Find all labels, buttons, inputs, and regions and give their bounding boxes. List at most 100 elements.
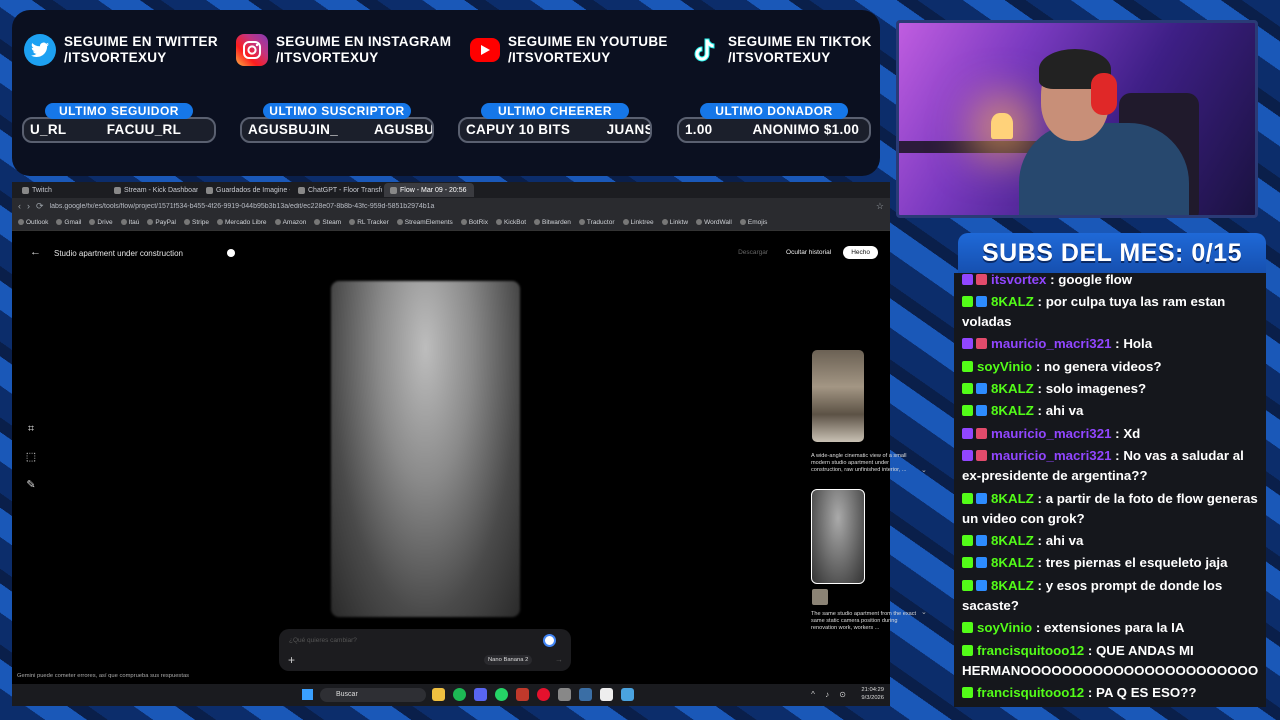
brush-icon[interactable]: ✎ bbox=[24, 478, 38, 492]
download-button[interactable]: Descargar bbox=[732, 246, 774, 259]
back-icon[interactable]: ‹ bbox=[18, 201, 21, 211]
bookmark-item[interactable]: Steam bbox=[314, 219, 341, 226]
taskbar-search[interactable]: Buscar bbox=[320, 688, 426, 702]
app-icon[interactable] bbox=[579, 688, 592, 701]
chat-username[interactable]: mauricio_macri321 bbox=[991, 336, 1111, 351]
chat-username[interactable]: 8KALZ bbox=[991, 381, 1034, 396]
history-caption: The same studio apartment from the exact… bbox=[811, 611, 917, 631]
bookmark-item[interactable]: Bitwarden bbox=[534, 219, 571, 226]
chat-username[interactable]: 8KALZ bbox=[991, 403, 1034, 418]
sub-badge-icon bbox=[976, 295, 987, 307]
bookmark-label: KickBot bbox=[503, 218, 527, 226]
prompt-box[interactable]: ¿Qué quieres cambiar? + Nano Banana 2 → bbox=[279, 629, 571, 671]
discord-icon[interactable] bbox=[474, 688, 487, 701]
bookmark-item[interactable]: Traductor bbox=[578, 219, 615, 226]
bookmark-item[interactable]: KickBot bbox=[495, 218, 527, 226]
history-thumbnail[interactable] bbox=[812, 350, 864, 442]
youtube-social: SEGUIME EN YOUTUBE/ITSVORTEXUY bbox=[470, 34, 668, 66]
kick-badge-icon bbox=[962, 295, 973, 307]
bookmark-icon bbox=[534, 219, 541, 225]
bookmark-item[interactable]: RL Tracker bbox=[349, 219, 389, 226]
bookmark-label: PayPal bbox=[155, 218, 177, 226]
bookmark-item[interactable]: BotRix bbox=[460, 219, 488, 226]
bookmark-item[interactable]: PayPal bbox=[147, 219, 176, 226]
stat-label: ULTIMO CHEERER bbox=[481, 103, 629, 119]
chat-text: extensiones para la IA bbox=[1044, 620, 1185, 636]
tab-label: Stream - Kick Dashboard bbox=[124, 186, 198, 194]
select-icon[interactable]: ⬚ bbox=[24, 450, 38, 464]
hide-history-button[interactable]: Ocultar historial bbox=[780, 246, 837, 259]
bookmark-label: Bitwarden bbox=[542, 218, 571, 226]
bookmark-item[interactable]: Itaú bbox=[120, 219, 139, 226]
back-arrow-icon[interactable]: ← bbox=[30, 246, 41, 258]
taskbar-clock[interactable]: 21:04:29 9/3/2026 bbox=[861, 687, 884, 702]
whatsapp-icon[interactable] bbox=[495, 688, 508, 701]
system-tray[interactable]: ^ ♪ ⊙ bbox=[811, 690, 850, 699]
browser-tab[interactable]: Stream - Kick Dashboard bbox=[108, 183, 198, 197]
reference-thumbnail[interactable] bbox=[812, 589, 828, 605]
chat-username[interactable]: mauricio_macri321 bbox=[991, 426, 1111, 441]
chat-username[interactable]: itsvortex bbox=[991, 273, 1046, 287]
app-icon[interactable] bbox=[621, 688, 634, 701]
chat-username[interactable]: francisquitooo12 bbox=[977, 643, 1084, 658]
chat-username[interactable]: 8KALZ bbox=[991, 294, 1034, 309]
chat-username[interactable]: 8KALZ bbox=[991, 533, 1034, 548]
chat-username[interactable]: 8KALZ bbox=[991, 578, 1034, 593]
chat-message: 8KALZ : y esos prompt de donde los sacas… bbox=[962, 577, 1223, 613]
forward-icon[interactable]: › bbox=[27, 201, 30, 211]
bookmark-item[interactable]: Emojis bbox=[739, 219, 767, 226]
browser-tab[interactable]: Guardados de Imagine - G bbox=[200, 183, 290, 197]
spotify-icon[interactable] bbox=[453, 688, 466, 701]
bookmark-item[interactable]: Amazon bbox=[274, 219, 306, 226]
tab-label: Guardados de Imagine - G bbox=[216, 186, 290, 194]
browser-tab[interactable]: ChatGPT - Floor Transfor bbox=[292, 183, 382, 197]
chevron-down-icon[interactable]: ⌄ bbox=[921, 466, 927, 474]
app-icon[interactable] bbox=[516, 688, 529, 701]
folder-icon[interactable] bbox=[432, 688, 445, 701]
url-field[interactable]: labs.google/fx/es/tools/flow/project/157… bbox=[50, 203, 870, 210]
tiktok-social: SEGUIME EN TIKTOK/ITSVORTEXUY bbox=[688, 34, 872, 66]
chat-message: soyVinio : extensiones para la IA bbox=[962, 618, 1260, 638]
windows-start-icon[interactable] bbox=[302, 689, 313, 700]
bookmark-item[interactable]: Outlook bbox=[18, 219, 48, 226]
model-selector[interactable]: Nano Banana 2 bbox=[484, 655, 533, 665]
social-line1: SEGUIME EN TIKTOK bbox=[728, 34, 872, 49]
tab-favicon-icon bbox=[298, 186, 305, 194]
bookmark-item[interactable]: Stripe bbox=[184, 219, 209, 226]
chat-username[interactable]: francisquitooo12 bbox=[977, 685, 1084, 700]
prompt-input[interactable]: ¿Qué quieres cambiar? bbox=[289, 637, 357, 644]
chrome-icon[interactable] bbox=[558, 688, 571, 701]
chat-username[interactable]: mauricio_macri321 bbox=[991, 448, 1111, 463]
bookmark-item[interactable]: StreamElements bbox=[396, 219, 453, 226]
bookmark-item[interactable]: Gmail bbox=[56, 219, 81, 226]
tab-favicon-icon bbox=[114, 186, 121, 194]
gemini-icon[interactable] bbox=[543, 634, 556, 647]
twitter-icon bbox=[24, 34, 56, 66]
bookmark-item[interactable]: Mercado Libre bbox=[217, 219, 267, 226]
chat-username[interactable]: 8KALZ bbox=[991, 555, 1034, 570]
done-button[interactable]: Hecho bbox=[843, 246, 878, 259]
chevron-down-icon[interactable]: ⌄ bbox=[921, 608, 927, 616]
sub-badge-icon bbox=[976, 405, 987, 417]
history-thumbnail-selected[interactable] bbox=[811, 489, 865, 584]
bookmark-item[interactable]: Linktw bbox=[661, 219, 688, 226]
kick-badge-icon bbox=[962, 687, 973, 698]
crop-icon[interactable]: ⌗ bbox=[24, 422, 38, 436]
app-icon[interactable] bbox=[600, 688, 613, 701]
send-icon[interactable]: → bbox=[555, 655, 563, 664]
browser-tab[interactable]: Twitch bbox=[16, 183, 106, 197]
reload-icon[interactable]: ⟳ bbox=[36, 201, 44, 212]
add-icon[interactable]: + bbox=[288, 653, 295, 667]
star-icon[interactable]: ☆ bbox=[876, 201, 884, 212]
browser-tab[interactable]: Flow - Mar 09 - 20:56 bbox=[384, 183, 474, 197]
bookmark-item[interactable]: WordWall bbox=[696, 219, 732, 226]
opera-icon[interactable] bbox=[537, 688, 550, 701]
kick-badge-icon bbox=[962, 492, 973, 504]
bookmark-item[interactable]: Linktree bbox=[622, 219, 654, 226]
chat-username[interactable]: soyVinio bbox=[977, 359, 1032, 374]
bookmark-item[interactable]: Drive bbox=[89, 219, 113, 226]
chat-username[interactable]: soyVinio bbox=[977, 620, 1032, 635]
chat-message: 8KALZ : ahi va bbox=[962, 401, 1260, 421]
chat-list: itsvortex : google flow 8KALZ : por culpa… bbox=[962, 273, 1260, 703]
chat-username[interactable]: 8KALZ bbox=[991, 491, 1034, 506]
